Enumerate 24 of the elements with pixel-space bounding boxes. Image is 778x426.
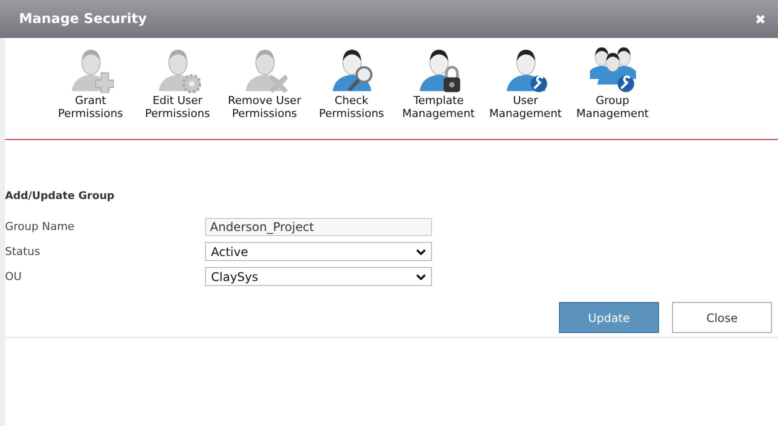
window-title: Manage Security [19, 11, 147, 27]
chevron-down-icon [416, 248, 426, 254]
field-label: OU [5, 270, 23, 283]
field-label: Status [5, 245, 42, 258]
toolbar-button[interactable]: Group Management [569, 47, 656, 139]
field-label: Group Name [5, 220, 76, 233]
group-wrench-icon [590, 47, 636, 93]
toolbar-button[interactable]: Template Management [395, 47, 482, 139]
section-title: Add/Update Group [5, 190, 116, 202]
toolbar-button[interactable]: Check Permissions [308, 47, 395, 139]
dropdown[interactable]: ClaySys [205, 267, 432, 286]
toolbar-label: Grant Permissions [56, 94, 124, 120]
toolbar-label: Template Management [401, 94, 476, 120]
chevron-down-icon [416, 274, 426, 280]
dropdown[interactable]: Active [205, 242, 432, 261]
toolbar-button[interactable]: User Management [482, 47, 569, 139]
toolbar-label: Group Management [575, 94, 650, 120]
toolbar-label: Check Permissions [318, 94, 386, 120]
close-dialog-button[interactable]: Close [672, 302, 772, 333]
close-button[interactable]: ✖ [755, 12, 766, 26]
toolbar-label: User Management [488, 94, 563, 120]
input-field[interactable]: Anderson_Project [205, 218, 432, 236]
toolbar-label: Remove User Permissions [226, 94, 302, 120]
toolbar-label: Edit User Permissions [144, 94, 212, 120]
